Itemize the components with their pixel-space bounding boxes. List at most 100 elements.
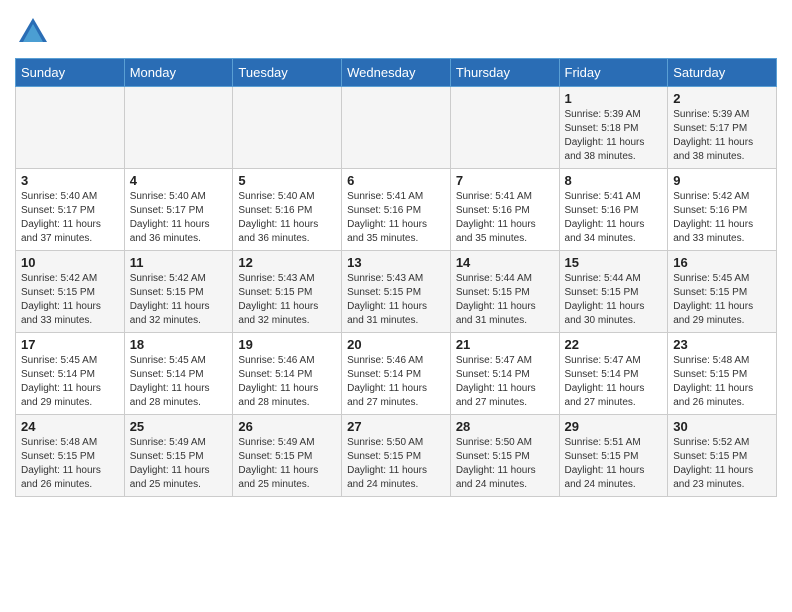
day-number: 27	[347, 419, 445, 434]
day-detail: Sunrise: 5:44 AM Sunset: 5:15 PM Dayligh…	[565, 272, 663, 328]
day-cell-22: 22 Sunrise: 5:47 AM Sunset: 5:14 PM Dayli…	[559, 333, 668, 415]
day-number: 28	[456, 419, 554, 434]
day-number: 22	[565, 337, 663, 352]
day-number: 7	[456, 173, 554, 188]
day-cell-18: 18Sunrise: 5:45 AM Sunset: 5:14 PM Dayli…	[124, 333, 233, 415]
day-cell-13: 13 Sunrise: 5:43 AM Sunset: 5:15 PM Dayli…	[342, 251, 451, 333]
day-cell-5: 5Sunrise: 5:40 AM Sunset: 5:16 PM Daylig…	[233, 169, 342, 251]
day-detail: Sunrise: 5:46 AM Sunset: 5:14 PM Dayligh…	[347, 354, 445, 410]
day-number: 29	[565, 419, 663, 434]
day-detail: Sunrise: 5:48 AM Sunset: 5:15 PM Dayligh…	[673, 354, 771, 410]
day-cell-15: 15 Sunrise: 5:44 AM Sunset: 5:15 PM Dayli…	[559, 251, 668, 333]
day-detail: Sunrise: 5:40 AM Sunset: 5:17 PM Dayligh…	[130, 190, 228, 246]
page: SundayMondayTuesdayWednesdayThursdayFrid…	[0, 0, 792, 512]
day-number: 23	[673, 337, 771, 352]
day-cell-29: 29 Sunrise: 5:51 AM Sunset: 5:15 PM Dayli…	[559, 415, 668, 497]
weekday-header-friday: Friday	[559, 59, 668, 87]
day-cell-3: 3 Sunrise: 5:40 AM Sunset: 5:17 PM Daylig…	[16, 169, 125, 251]
day-detail: Sunrise: 5:43 AM Sunset: 5:15 PM Dayligh…	[347, 272, 445, 328]
day-detail: Sunrise: 5:49 AM Sunset: 5:15 PM Dayligh…	[238, 436, 336, 492]
day-detail: Sunrise: 5:50 AM Sunset: 5:15 PM Dayligh…	[347, 436, 445, 492]
day-number: 17	[21, 337, 119, 352]
day-detail: Sunrise: 5:51 AM Sunset: 5:15 PM Dayligh…	[565, 436, 663, 492]
day-cell-7: 7 Sunrise: 5:41 AM Sunset: 5:16 PM Daylig…	[450, 169, 559, 251]
day-number: 11	[130, 255, 228, 270]
day-cell-14: 14 Sunrise: 5:44 AM Sunset: 5:15 PM Dayli…	[450, 251, 559, 333]
day-detail: Sunrise: 5:41 AM Sunset: 5:16 PM Dayligh…	[456, 190, 554, 246]
week-row-5: 24 Sunrise: 5:48 AM Sunset: 5:15 PM Dayli…	[16, 415, 777, 497]
day-number: 9	[673, 173, 771, 188]
day-cell-28: 28 Sunrise: 5:50 AM Sunset: 5:15 PM Dayli…	[450, 415, 559, 497]
day-cell-21: 21Sunrise: 5:47 AM Sunset: 5:14 PM Dayli…	[450, 333, 559, 415]
day-detail: Sunrise: 5:41 AM Sunset: 5:16 PM Dayligh…	[347, 190, 445, 246]
day-detail: Sunrise: 5:48 AM Sunset: 5:15 PM Dayligh…	[21, 436, 119, 492]
week-row-1: 1 Sunrise: 5:39 AM Sunset: 5:18 PM Daylig…	[16, 87, 777, 169]
day-detail: Sunrise: 5:42 AM Sunset: 5:16 PM Dayligh…	[673, 190, 771, 246]
day-number: 26	[238, 419, 336, 434]
logo-icon	[15, 14, 51, 50]
day-detail: Sunrise: 5:45 AM Sunset: 5:14 PM Dayligh…	[21, 354, 119, 410]
day-cell-4: 4 Sunrise: 5:40 AM Sunset: 5:17 PM Daylig…	[124, 169, 233, 251]
day-cell-1: 1 Sunrise: 5:39 AM Sunset: 5:18 PM Daylig…	[559, 87, 668, 169]
day-detail: Sunrise: 5:44 AM Sunset: 5:15 PM Dayligh…	[456, 272, 554, 328]
weekday-header-tuesday: Tuesday	[233, 59, 342, 87]
empty-cell	[124, 87, 233, 169]
day-number: 30	[673, 419, 771, 434]
day-cell-19: 19 Sunrise: 5:46 AM Sunset: 5:14 PM Dayli…	[233, 333, 342, 415]
calendar-table: SundayMondayTuesdayWednesdayThursdayFrid…	[15, 58, 777, 497]
empty-cell	[233, 87, 342, 169]
day-cell-30: 30 Sunrise: 5:52 AM Sunset: 5:15 PM Dayli…	[668, 415, 777, 497]
weekday-header-row: SundayMondayTuesdayWednesdayThursdayFrid…	[16, 59, 777, 87]
day-number: 24	[21, 419, 119, 434]
empty-cell	[450, 87, 559, 169]
day-cell-9: 9 Sunrise: 5:42 AM Sunset: 5:16 PM Daylig…	[668, 169, 777, 251]
day-detail: Sunrise: 5:39 AM Sunset: 5:18 PM Dayligh…	[565, 108, 663, 164]
day-detail: Sunrise: 5:43 AM Sunset: 5:15 PM Dayligh…	[238, 272, 336, 328]
day-cell-11: 11 Sunrise: 5:42 AM Sunset: 5:15 PM Dayli…	[124, 251, 233, 333]
day-cell-16: 16 Sunrise: 5:45 AM Sunset: 5:15 PM Dayli…	[668, 251, 777, 333]
weekday-header-sunday: Sunday	[16, 59, 125, 87]
day-cell-27: 27 Sunrise: 5:50 AM Sunset: 5:15 PM Dayli…	[342, 415, 451, 497]
day-detail: Sunrise: 5:49 AM Sunset: 5:15 PM Dayligh…	[130, 436, 228, 492]
day-detail: Sunrise: 5:47 AM Sunset: 5:14 PM Dayligh…	[456, 354, 554, 410]
day-number: 3	[21, 173, 119, 188]
day-detail: Sunrise: 5:47 AM Sunset: 5:14 PM Dayligh…	[565, 354, 663, 410]
day-cell-12: 12 Sunrise: 5:43 AM Sunset: 5:15 PM Dayli…	[233, 251, 342, 333]
day-number: 16	[673, 255, 771, 270]
day-detail: Sunrise: 5:40 AM Sunset: 5:16 PM Dayligh…	[238, 190, 336, 246]
day-cell-25: 25 Sunrise: 5:49 AM Sunset: 5:15 PM Dayli…	[124, 415, 233, 497]
day-number: 8	[565, 173, 663, 188]
day-detail: Sunrise: 5:50 AM Sunset: 5:15 PM Dayligh…	[456, 436, 554, 492]
day-number: 25	[130, 419, 228, 434]
day-number: 10	[21, 255, 119, 270]
logo	[15, 14, 55, 50]
day-number: 12	[238, 255, 336, 270]
empty-cell	[342, 87, 451, 169]
day-detail: Sunrise: 5:42 AM Sunset: 5:15 PM Dayligh…	[130, 272, 228, 328]
day-number: 14	[456, 255, 554, 270]
day-detail: Sunrise: 5:45 AM Sunset: 5:15 PM Dayligh…	[673, 272, 771, 328]
week-row-4: 17 Sunrise: 5:45 AM Sunset: 5:14 PM Dayli…	[16, 333, 777, 415]
day-cell-20: 20Sunrise: 5:46 AM Sunset: 5:14 PM Dayli…	[342, 333, 451, 415]
day-number: 1	[565, 91, 663, 106]
day-number: 13	[347, 255, 445, 270]
week-row-3: 10 Sunrise: 5:42 AM Sunset: 5:15 PM Dayli…	[16, 251, 777, 333]
day-detail: Sunrise: 5:46 AM Sunset: 5:14 PM Dayligh…	[238, 354, 336, 410]
day-number: 15	[565, 255, 663, 270]
day-cell-23: 23 Sunrise: 5:48 AM Sunset: 5:15 PM Dayli…	[668, 333, 777, 415]
day-detail: Sunrise: 5:39 AM Sunset: 5:17 PM Dayligh…	[673, 108, 771, 164]
weekday-header-saturday: Saturday	[668, 59, 777, 87]
day-detail: Sunrise: 5:52 AM Sunset: 5:15 PM Dayligh…	[673, 436, 771, 492]
day-number: 18	[130, 337, 228, 352]
day-cell-26: 26 Sunrise: 5:49 AM Sunset: 5:15 PM Dayli…	[233, 415, 342, 497]
day-cell-6: 6Sunrise: 5:41 AM Sunset: 5:16 PM Daylig…	[342, 169, 451, 251]
week-row-2: 3 Sunrise: 5:40 AM Sunset: 5:17 PM Daylig…	[16, 169, 777, 251]
day-number: 19	[238, 337, 336, 352]
day-detail: Sunrise: 5:40 AM Sunset: 5:17 PM Dayligh…	[21, 190, 119, 246]
day-number: 4	[130, 173, 228, 188]
day-cell-10: 10 Sunrise: 5:42 AM Sunset: 5:15 PM Dayli…	[16, 251, 125, 333]
day-cell-24: 24 Sunrise: 5:48 AM Sunset: 5:15 PM Dayli…	[16, 415, 125, 497]
day-cell-8: 8 Sunrise: 5:41 AM Sunset: 5:16 PM Daylig…	[559, 169, 668, 251]
day-detail: Sunrise: 5:42 AM Sunset: 5:15 PM Dayligh…	[21, 272, 119, 328]
day-detail: Sunrise: 5:41 AM Sunset: 5:16 PM Dayligh…	[565, 190, 663, 246]
